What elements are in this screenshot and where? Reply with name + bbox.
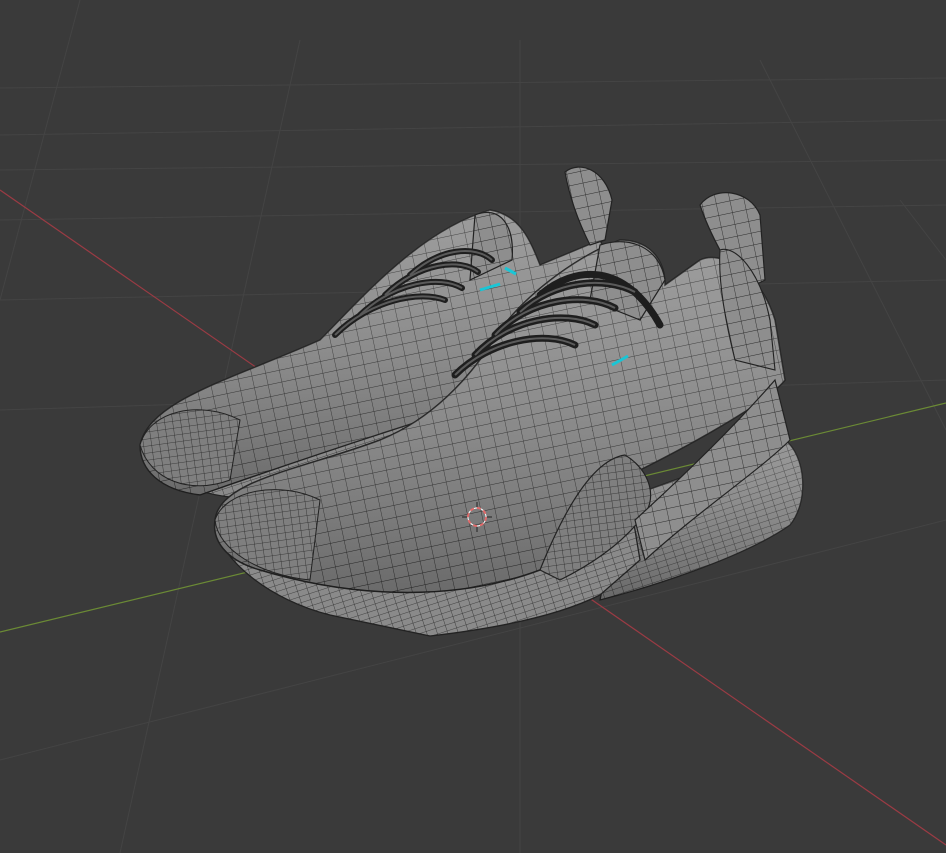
viewport-canvas[interactable] — [0, 0, 946, 853]
3d-viewport[interactable] — [0, 0, 946, 853]
